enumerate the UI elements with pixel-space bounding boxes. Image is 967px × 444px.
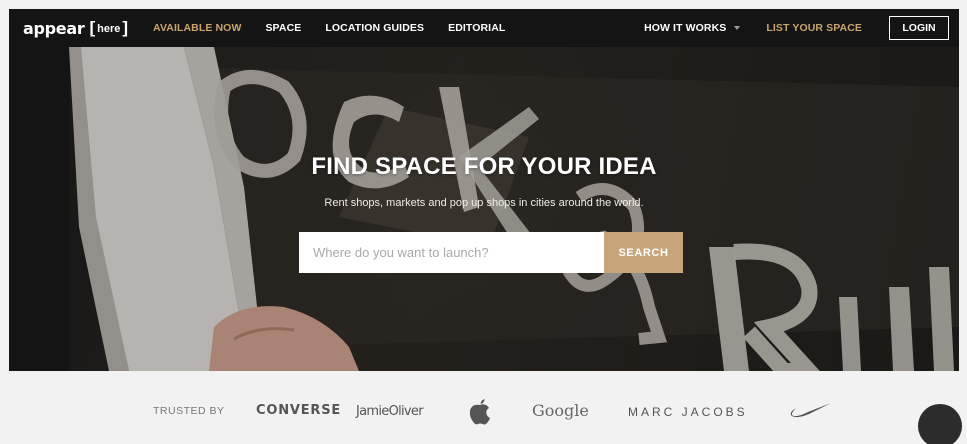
top-nav: appear [here] AVAILABLE NOW SPACE LOCATI… bbox=[9, 9, 959, 47]
nav-left: AVAILABLE NOW SPACE LOCATION GUIDES EDIT… bbox=[153, 22, 529, 34]
search-button[interactable]: SEARCH bbox=[604, 232, 683, 273]
appear-here-logo[interactable]: appear [here] bbox=[23, 18, 128, 38]
nav-space[interactable]: SPACE bbox=[265, 22, 301, 34]
google-logo: Google bbox=[532, 401, 589, 420]
trusted-by-label: TRUSTED BY bbox=[153, 405, 225, 417]
apple-logo-icon bbox=[468, 397, 492, 430]
nav-available-now[interactable]: AVAILABLE NOW bbox=[153, 22, 241, 34]
chat-widget-button[interactable] bbox=[918, 404, 962, 444]
hero-title: FIND SPACE FOR YOUR IDEA bbox=[311, 153, 657, 180]
logo-here-text: here bbox=[97, 23, 121, 35]
nav-how-it-works-label: HOW IT WORKS bbox=[644, 22, 727, 34]
login-button[interactable]: LOGIN bbox=[889, 16, 949, 40]
logo-bracket-close: ] bbox=[122, 18, 129, 37]
search-bar: SEARCH bbox=[299, 232, 683, 273]
jamie-oliver-logo: JamieOliver bbox=[356, 404, 424, 419]
logo-here: [here] bbox=[89, 18, 128, 38]
chevron-down-icon bbox=[734, 26, 741, 31]
nav-location-guides[interactable]: LOCATION GUIDES bbox=[325, 22, 424, 34]
nike-swoosh-icon bbox=[788, 402, 832, 423]
search-input[interactable] bbox=[299, 232, 604, 273]
trusted-by-strip: TRUSTED BY CONVERSE JamieOliver Google M… bbox=[0, 371, 967, 444]
converse-logo: CONVERSE bbox=[256, 403, 342, 418]
nav-editorial[interactable]: EDITORIAL bbox=[448, 22, 505, 34]
nav-right: HOW IT WORKS LIST YOUR SPACE LOGIN bbox=[644, 16, 959, 40]
nav-how-it-works[interactable]: HOW IT WORKS bbox=[644, 22, 741, 34]
hero-subtitle: Rent shops, markets and pop up shops in … bbox=[324, 197, 644, 209]
hero-content: FIND SPACE FOR YOUR IDEA Rent shops, mar… bbox=[9, 47, 959, 371]
nav-list-your-space[interactable]: LIST YOUR SPACE bbox=[766, 22, 862, 34]
logo-word: appear bbox=[23, 18, 85, 38]
hero-banner: FIND SPACE FOR YOUR IDEA Rent shops, mar… bbox=[9, 47, 959, 371]
marc-jacobs-logo: MARC JACOBS bbox=[628, 405, 748, 419]
